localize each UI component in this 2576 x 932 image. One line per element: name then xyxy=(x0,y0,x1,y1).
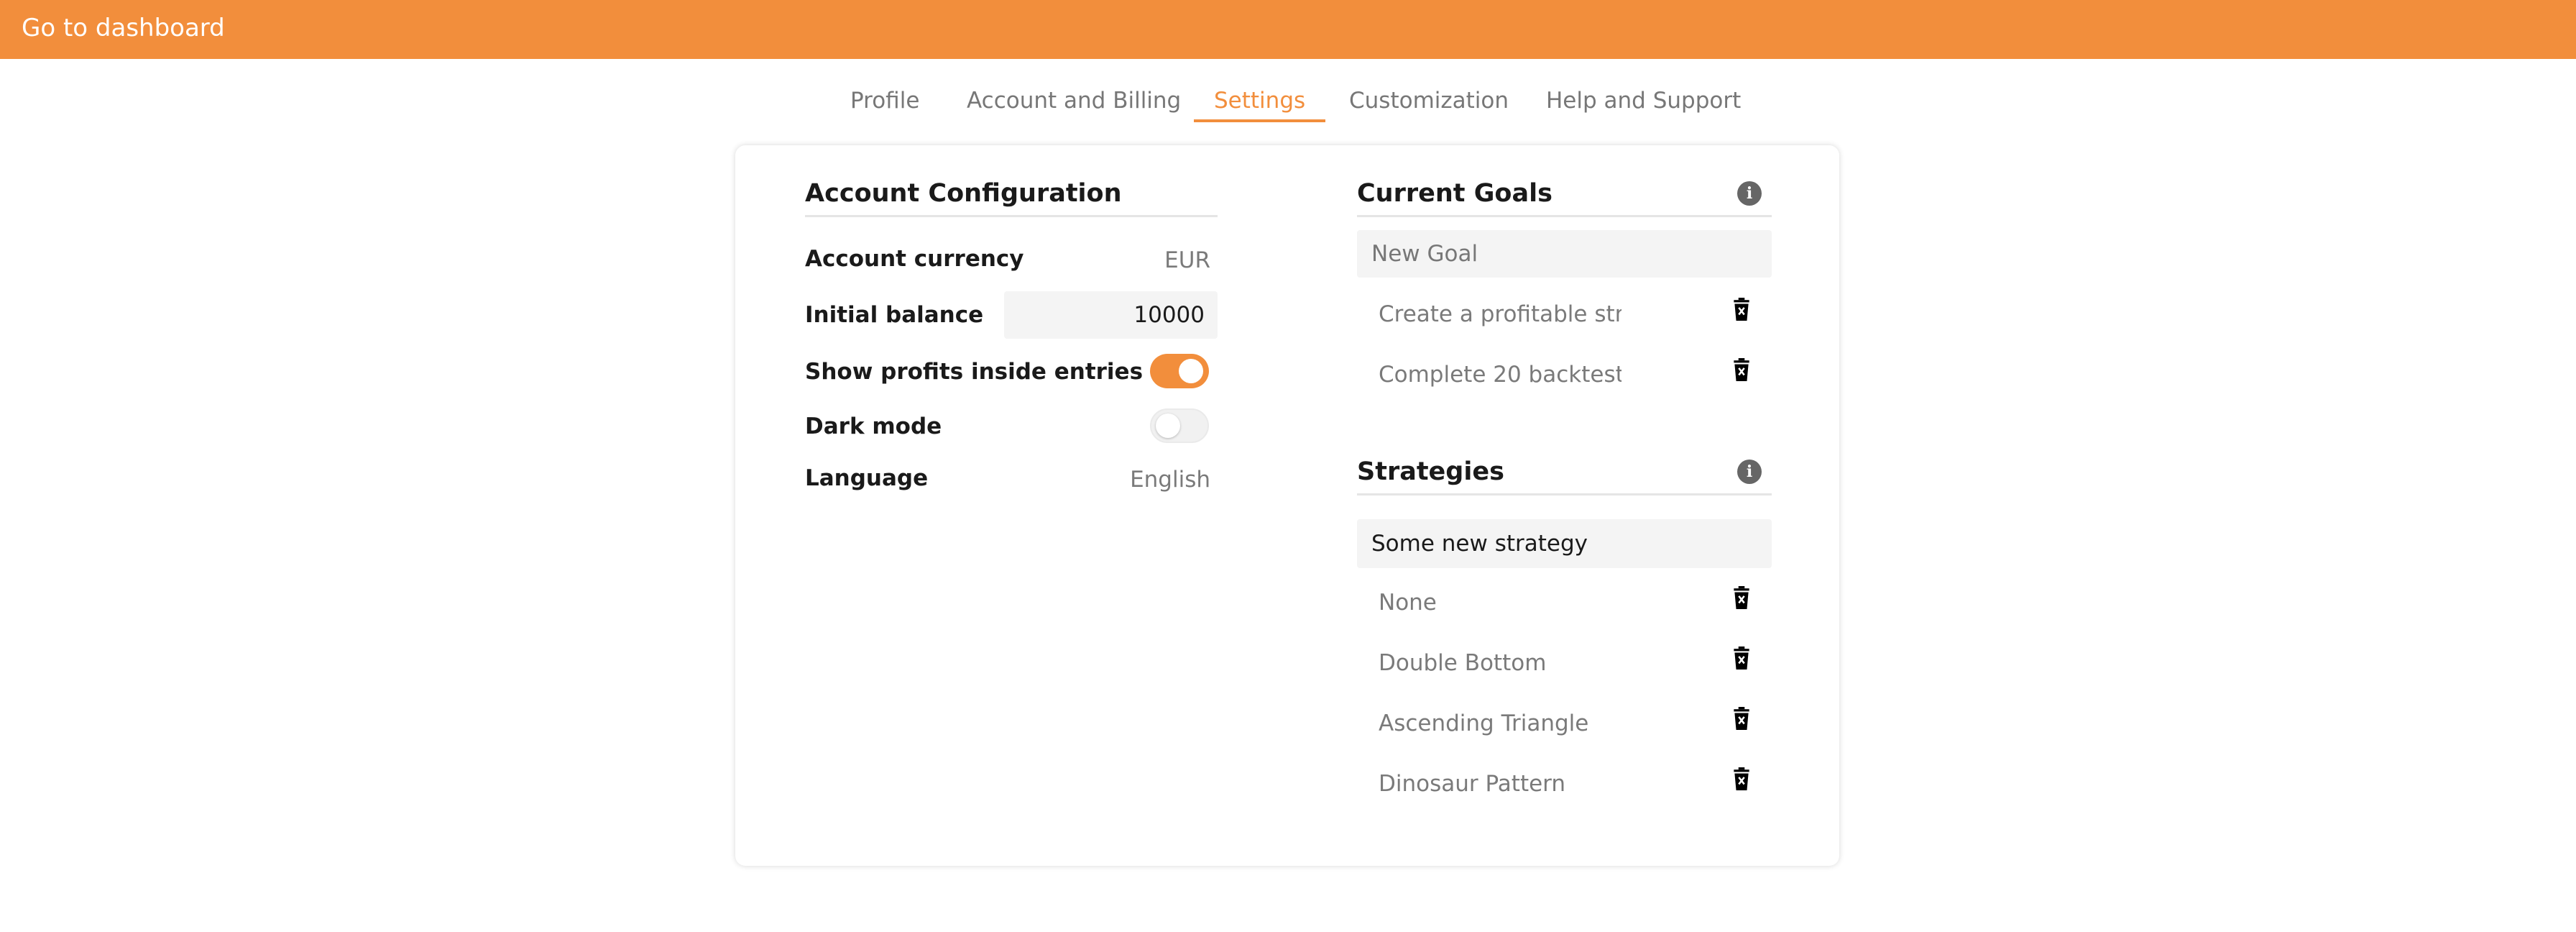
tab-account-billing[interactable]: Account and Billing xyxy=(967,79,1181,122)
current-goals-title: Current Goals xyxy=(1357,179,1552,208)
tab-settings-label: Settings xyxy=(1214,88,1306,114)
account-config-title: Account Configuration xyxy=(805,179,1122,208)
new-goal-input[interactable] xyxy=(1357,230,1772,278)
info-icon[interactable]: i xyxy=(1737,181,1762,206)
settings-tabs: Profile Account and Billing Settings Cus… xyxy=(0,79,2576,122)
new-strategy-input[interactable] xyxy=(1357,519,1772,568)
go-to-dashboard-link[interactable]: Go to dashboard xyxy=(22,0,225,59)
trash-icon[interactable] xyxy=(1732,767,1751,790)
info-icon[interactable]: i xyxy=(1737,460,1762,484)
strategies-divider xyxy=(1357,493,1772,495)
account-currency-label: Account currency xyxy=(805,246,1024,272)
settings-card: Account Configuration Account currency E… xyxy=(735,145,1839,866)
active-tab-underline xyxy=(1194,119,1326,122)
language-value[interactable]: English xyxy=(1045,465,1210,494)
initial-balance-input[interactable] xyxy=(1004,291,1218,339)
language-label: Language xyxy=(805,465,929,491)
tab-help-support[interactable]: Help and Support xyxy=(1546,79,1741,122)
dark-mode-toggle[interactable] xyxy=(1150,408,1209,443)
tab-customization[interactable]: Customization xyxy=(1349,79,1509,122)
trash-icon[interactable] xyxy=(1732,358,1751,381)
trash-icon[interactable] xyxy=(1732,298,1751,321)
tab-settings[interactable]: Settings xyxy=(1194,79,1326,122)
dark-mode-label: Dark mode xyxy=(805,414,942,439)
trash-icon[interactable] xyxy=(1732,586,1751,609)
trash-icon[interactable] xyxy=(1732,647,1751,670)
toggle-knob xyxy=(1179,359,1203,383)
goal-item: Create a profitable strate xyxy=(1379,301,1622,327)
show-profits-toggle[interactable] xyxy=(1150,354,1209,388)
strategies-title: Strategies xyxy=(1357,457,1504,486)
strategy-item: None xyxy=(1379,590,1437,616)
toggle-knob xyxy=(1156,414,1180,438)
strategy-item: Dinosaur Pattern xyxy=(1379,771,1566,797)
trash-icon[interactable] xyxy=(1732,707,1751,730)
show-profits-label: Show profits inside entries xyxy=(805,359,1144,385)
tab-profile[interactable]: Profile xyxy=(850,79,919,122)
account-config-divider xyxy=(805,215,1218,217)
goal-item: Complete 20 backtests p xyxy=(1379,362,1622,388)
top-bar: Go to dashboard xyxy=(0,0,2576,59)
account-currency-value[interactable]: EUR xyxy=(1074,246,1210,275)
strategy-item: Double Bottom xyxy=(1379,650,1547,676)
strategy-item: Ascending Triangle xyxy=(1379,711,1589,736)
initial-balance-label: Initial balance xyxy=(805,302,984,328)
goals-divider xyxy=(1357,215,1772,217)
